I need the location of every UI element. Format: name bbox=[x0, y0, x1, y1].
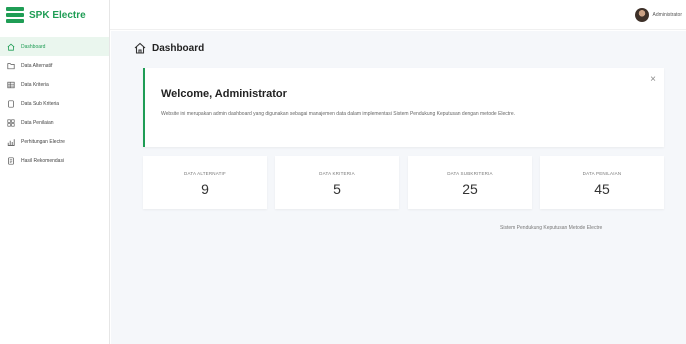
stat-value: 25 bbox=[462, 181, 478, 197]
stat-value: 5 bbox=[333, 181, 341, 197]
sidebar-item-perhitungan-electre[interactable]: Perhitungan Electre bbox=[0, 132, 109, 151]
page-title: Dashboard bbox=[152, 42, 205, 54]
brand-name: SPK Electre bbox=[29, 9, 86, 21]
sidebar: SPK Electre Dashboard Data Alternatif Da… bbox=[0, 0, 110, 344]
sidebar-item-label: Hasil Rekomendasi bbox=[21, 157, 65, 164]
sidebar-item-data-sub-kriteria[interactable]: Data Sub Kriteria bbox=[0, 94, 109, 113]
stat-value: 45 bbox=[594, 181, 610, 197]
sidebar-nav: Dashboard Data Alternatif Data Kriteria … bbox=[0, 37, 109, 170]
stat-label: DATA SUBKRITERIA bbox=[447, 171, 493, 176]
sidebar-item-data-kriteria[interactable]: Data Kriteria bbox=[0, 75, 109, 94]
report-icon bbox=[7, 156, 15, 165]
main-content: Dashboard Welcome, Administrator Website… bbox=[111, 31, 686, 344]
topbar: Administrator bbox=[110, 0, 686, 30]
sidebar-item-label: Data Alternatif bbox=[21, 62, 53, 69]
home-icon bbox=[7, 43, 15, 51]
stat-card-subkriteria[interactable]: DATA SUBKRITERIA 25 bbox=[408, 156, 532, 209]
stat-card-penilaian[interactable]: DATA PENILAIAN 45 bbox=[540, 156, 664, 209]
welcome-title: Welcome, Administrator bbox=[161, 88, 287, 100]
chart-icon bbox=[7, 138, 15, 146]
welcome-panel: Welcome, Administrator Website ini merup… bbox=[143, 68, 664, 147]
sidebar-item-label: Data Penilaian bbox=[21, 119, 54, 126]
sidebar-item-label: Dashboard bbox=[21, 43, 46, 50]
stats-row: DATA ALTERNATIF 9 DATA KRITERIA 5 DATA S… bbox=[143, 156, 664, 209]
sidebar-item-data-alternatif[interactable]: Data Alternatif bbox=[0, 56, 109, 75]
stat-label: DATA KRITERIA bbox=[319, 171, 355, 176]
stat-value: 9 bbox=[201, 181, 209, 197]
footer-text: Sistem Pendukung Keputusan Metode Electr… bbox=[500, 225, 603, 231]
stat-card-kriteria[interactable]: DATA KRITERIA 5 bbox=[275, 156, 399, 209]
sidebar-item-label: Data Sub Kriteria bbox=[21, 100, 60, 107]
folder-icon bbox=[7, 62, 15, 70]
sidebar-item-dashboard[interactable]: Dashboard bbox=[0, 37, 109, 56]
home-icon bbox=[134, 42, 146, 54]
sidebar-item-label: Perhitungan Electre bbox=[21, 138, 65, 145]
sidebar-item-data-penilaian[interactable]: Data Penilaian bbox=[0, 113, 109, 132]
page-header: Dashboard bbox=[133, 41, 204, 55]
user-name: Administrator bbox=[652, 12, 682, 18]
avatar[interactable] bbox=[634, 8, 649, 22]
user-menu[interactable]: Administrator bbox=[634, 8, 682, 22]
sidebar-item-label: Data Kriteria bbox=[21, 81, 49, 88]
welcome-text: Website ini merupakan admin dashboard ya… bbox=[161, 111, 516, 117]
document-icon bbox=[7, 99, 15, 108]
close-icon[interactable]: × bbox=[650, 74, 656, 85]
table-icon bbox=[7, 81, 15, 89]
stat-label: DATA ALTERNATIF bbox=[184, 171, 226, 176]
sidebar-item-hasil-rekomendasi[interactable]: Hasil Rekomendasi bbox=[0, 151, 109, 170]
stat-label: DATA PENILAIAN bbox=[582, 171, 622, 176]
grid-icon bbox=[7, 118, 15, 127]
brand-logo-icon bbox=[6, 7, 24, 23]
stat-card-alternatif[interactable]: DATA ALTERNATIF 9 bbox=[143, 156, 267, 209]
brand[interactable]: SPK Electre bbox=[0, 0, 109, 30]
